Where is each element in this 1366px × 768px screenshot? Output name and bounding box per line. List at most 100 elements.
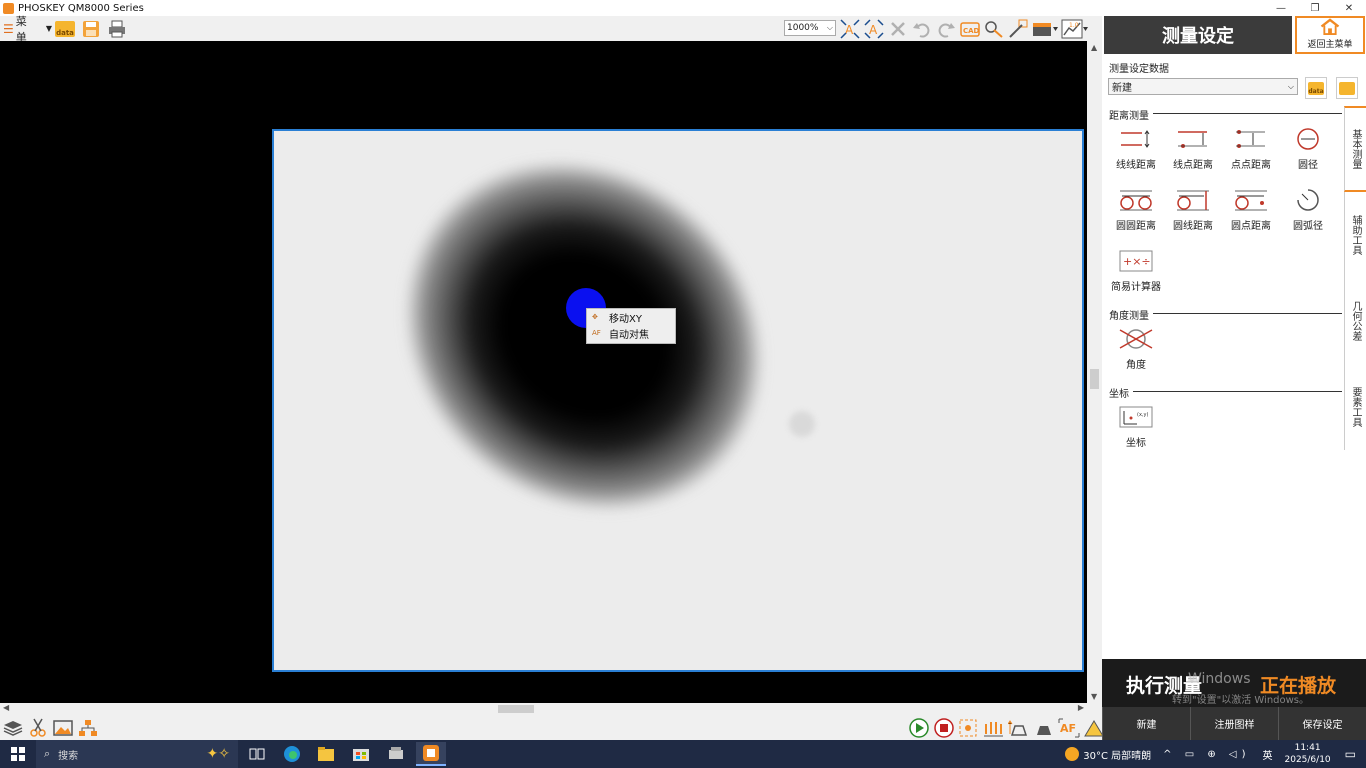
home-icon — [1320, 18, 1340, 35]
scroll-down-icon[interactable]: ▼ — [1091, 692, 1097, 701]
task-view-button[interactable] — [242, 742, 272, 766]
taskbar-search[interactable]: ⌕ 搜索 ✦✧ — [36, 740, 238, 768]
tool-circle-circle-distance[interactable]: 圆圆距离 — [1108, 187, 1164, 232]
setting-data-select[interactable]: 新建 ⌵ — [1108, 78, 1298, 95]
store-icon — [353, 749, 369, 761]
clock[interactable]: 11:41 2025/6/10 — [1285, 742, 1331, 766]
tool-circle-diameter[interactable]: 圆径 — [1280, 126, 1336, 171]
save-settings-button[interactable]: 保存设定 — [1278, 707, 1366, 740]
scroll-right-icon[interactable]: ▶ — [1078, 703, 1084, 712]
run-tools: AF — [906, 716, 1106, 739]
tab-geometric-tolerance[interactable]: 几何公差 — [1344, 278, 1366, 364]
context-menu-move-xy[interactable]: ✥ 移动XY — [587, 309, 675, 325]
zoom-out-tool[interactable]: A — [862, 18, 886, 40]
new-button[interactable]: 新建 — [1102, 707, 1190, 740]
tool-coordinate[interactable]: (x,y) 坐标 — [1108, 404, 1164, 449]
undo-tool[interactable] — [910, 18, 934, 40]
edge-icon — [284, 746, 300, 762]
register-pattern-button[interactable]: 注册图样 — [1190, 707, 1278, 740]
chart-tool[interactable]: 1.0 — [1060, 18, 1090, 40]
title-bar: PHOSKEY QM8000 Series — ❐ ✕ — [0, 0, 1366, 16]
camera-viewport[interactable]: ✥ 移动XY AF 自动对焦 — [0, 41, 1087, 703]
execute-area[interactable]: 执行测量 Windows 转到"设置"以激活 Windows。 正在播放 — [1102, 659, 1366, 707]
tree-button[interactable] — [76, 717, 100, 739]
light-ring-button[interactable] — [982, 716, 1006, 739]
light-tool[interactable] — [1030, 18, 1060, 40]
image-button[interactable] — [51, 717, 75, 739]
layers-button[interactable] — [1, 717, 25, 739]
taskbar-store[interactable] — [346, 742, 376, 766]
autofocus-button[interactable]: AF — [1057, 716, 1081, 739]
image-icon — [53, 719, 73, 736]
scroll-up-icon[interactable]: ▲ — [1091, 43, 1097, 52]
stop-button[interactable] — [932, 716, 956, 739]
run-button[interactable] — [907, 716, 931, 739]
context-menu-autofocus[interactable]: AF 自动对焦 — [587, 325, 675, 341]
ime-indicator[interactable]: 英 — [1263, 747, 1273, 762]
zoom-in-tool[interactable]: A — [838, 18, 862, 40]
layers-icon — [3, 720, 23, 736]
close-button[interactable]: ✕ — [1332, 0, 1366, 16]
notification-icon[interactable]: ▭ — [1345, 747, 1356, 761]
scroll-thumb[interactable] — [498, 705, 534, 713]
tab-element-tools[interactable]: 要素工具 — [1344, 364, 1366, 450]
print-button[interactable] — [106, 19, 128, 39]
tool-line-point-distance[interactable]: 线点距离 — [1165, 126, 1221, 171]
zoom-select[interactable]: 1000% ⌵ — [784, 20, 836, 36]
cut-button[interactable] — [26, 717, 50, 739]
measure-tool-a[interactable] — [982, 18, 1006, 40]
data-folder-icon: data — [1308, 81, 1324, 95]
taskbar-edge[interactable] — [277, 742, 307, 766]
open-image-button[interactable] — [1336, 77, 1358, 99]
tool-line-line-distance[interactable]: 线线距离 — [1108, 126, 1164, 171]
windows-icon — [11, 747, 25, 761]
clock-time: 11:41 — [1294, 743, 1321, 753]
cad-icon: CAD — [960, 22, 980, 37]
cad-tool[interactable]: CAD — [958, 18, 982, 40]
tool-simple-calculator[interactable]: +×÷ 简易计算器 — [1108, 248, 1164, 293]
redo-tool[interactable] — [934, 18, 958, 40]
tray-icons[interactable]: ^ ▭ ⊕ ◁) — [1163, 749, 1250, 760]
start-button[interactable] — [0, 740, 36, 768]
scroll-thumb[interactable] — [1090, 369, 1099, 389]
open-data-button[interactable]: data — [1305, 77, 1327, 99]
tool-label: 圆弧径 — [1293, 221, 1323, 232]
tool-point-point-distance[interactable]: 点点距离 — [1223, 126, 1279, 171]
weather-widget[interactable]: 30°C 局部晴朗 — [1065, 747, 1151, 762]
tool-angle[interactable]: 角度 — [1108, 326, 1164, 371]
main-toolbar: ☰ 菜单 ▼ data 1000% ⌵ A A CAD 1.0 — [0, 15, 1102, 44]
focus-settings-button[interactable] — [957, 716, 981, 739]
camera-image[interactable]: ✥ 移动XY AF 自动对焦 — [272, 129, 1084, 672]
vertical-scrollbar[interactable]: ▲ ▼ — [1087, 41, 1102, 703]
system-tray: 30°C 局部晴朗 ^ ▭ ⊕ ◁) 英 11:41 2025/6/10 ▭ — [1065, 740, 1366, 768]
taskbar-app-device[interactable] — [381, 742, 411, 766]
menu-button[interactable]: ☰ 菜单 ▼ — [0, 13, 52, 45]
tab-aux-tools[interactable]: 辅助工具 — [1344, 192, 1366, 278]
delete-tool[interactable] — [886, 18, 910, 40]
scissors-icon — [30, 718, 46, 737]
redo-icon — [938, 23, 955, 38]
stage-down-button[interactable] — [1032, 716, 1056, 739]
tool-arc-radius[interactable]: 圆弧径 — [1280, 187, 1336, 232]
minimize-button[interactable]: — — [1264, 0, 1298, 16]
taskbar-phoskey[interactable] — [416, 742, 446, 766]
tool-circle-point-distance[interactable]: 圆点距离 — [1223, 187, 1279, 232]
tab-basic-measure[interactable]: 基本测量 — [1344, 106, 1366, 192]
measure-tool-b[interactable] — [1006, 18, 1030, 40]
save-button[interactable] — [80, 19, 102, 39]
dropdown-arrow-icon: ▼ — [45, 24, 52, 33]
line-point-distance-icon — [1178, 131, 1207, 148]
tool-label: 圆点距离 — [1231, 221, 1271, 232]
tool-circle-line-distance[interactable]: 圆线距离 — [1165, 187, 1221, 232]
stage-up-button[interactable] — [1007, 716, 1031, 739]
scroll-left-icon[interactable]: ◀ — [3, 703, 9, 712]
restore-button[interactable]: ❐ — [1298, 0, 1332, 16]
svg-text:CAD: CAD — [963, 27, 980, 35]
home-button[interactable]: 返回主菜单 — [1295, 16, 1365, 54]
taskbar-explorer[interactable] — [311, 742, 341, 766]
svg-text:(x,y): (x,y) — [1137, 412, 1148, 418]
horizontal-scrollbar[interactable]: ◀ ▶ — [0, 703, 1087, 715]
svg-text:AF: AF — [1060, 722, 1076, 735]
playing-status: 正在播放 — [1260, 675, 1337, 697]
data-folder-button[interactable]: data — [54, 19, 76, 39]
